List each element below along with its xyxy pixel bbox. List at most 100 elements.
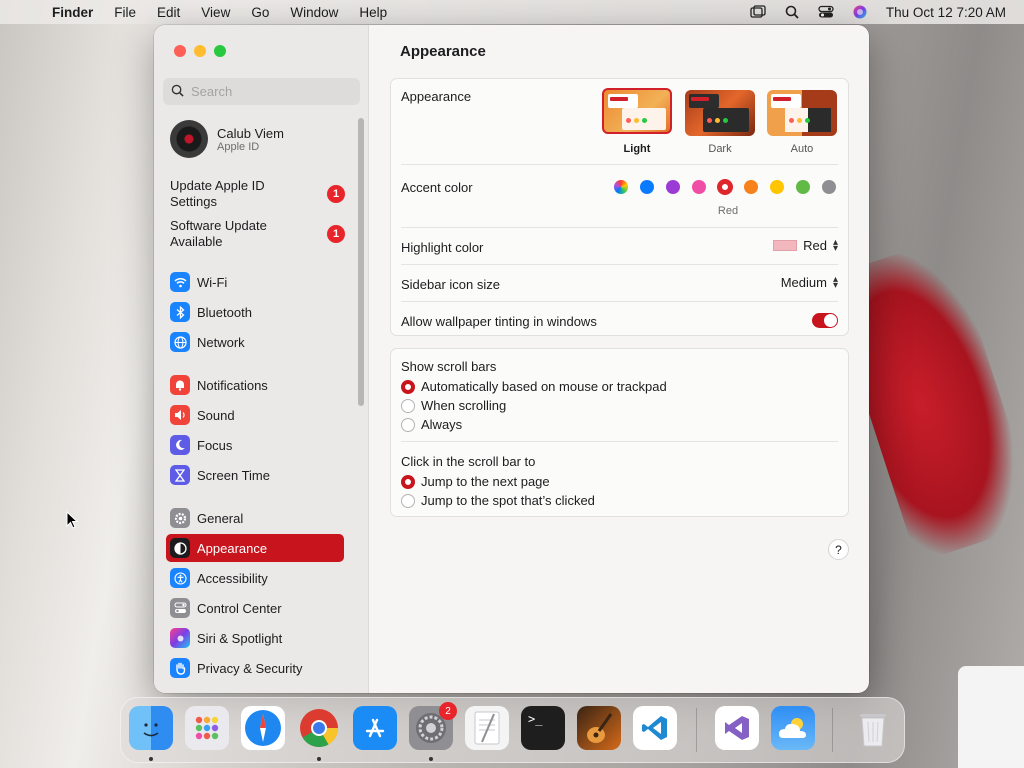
sidebar-item-label: Focus <box>197 437 233 453</box>
appearance-icon <box>170 538 190 558</box>
menu-clock[interactable]: Thu Oct 12 7:20 AM <box>886 5 1006 20</box>
dock-safari[interactable] <box>241 706 285 750</box>
sidebar-item-notifications[interactable]: Notifications <box>166 371 344 399</box>
dock-weather[interactable] <box>771 706 815 750</box>
dock-terminal[interactable]: >_ <box>521 706 565 750</box>
sidebar-item-label: Network <box>197 334 245 350</box>
radio-button[interactable] <box>401 493 415 508</box>
radio-button[interactable] <box>401 417 415 432</box>
sidebar-item-label: Screen Time <box>197 467 270 483</box>
sidebar-item-siri-spotlight[interactable]: Siri & Spotlight <box>166 624 344 652</box>
notice-update-apple-id[interactable]: Update Apple ID Settings 1 <box>170 178 345 210</box>
sidebar-item-focus[interactable]: Focus <box>166 431 344 459</box>
row-divider <box>401 227 838 228</box>
dock-garageband[interactable] <box>577 706 621 750</box>
sidebar-item-screen-time[interactable]: Screen Time <box>166 461 344 489</box>
sidebar-item-appearance[interactable]: Appearance <box>166 534 344 562</box>
radio-button[interactable] <box>401 474 415 489</box>
menu-go[interactable]: Go <box>251 5 269 20</box>
accent-pink[interactable] <box>692 180 706 194</box>
sidebar-icon-size-popup[interactable]: Medium ▴ ▾ <box>780 274 838 290</box>
dock-launchpad[interactable] <box>185 706 229 750</box>
scroll-bars-option-automatic[interactable]: Automatically based on mouse or trackpad <box>401 379 667 394</box>
accent-red[interactable] <box>718 180 732 194</box>
close-button[interactable] <box>174 45 186 57</box>
highlight-value: Red <box>803 238 827 253</box>
accent-yellow[interactable] <box>770 180 784 194</box>
appearance-option-dark[interactable] <box>685 90 755 136</box>
appearance-option-label-light: Light <box>623 143 651 155</box>
dock-textedit[interactable] <box>465 706 509 750</box>
accent-purple[interactable] <box>666 180 680 194</box>
radio-button[interactable] <box>401 398 415 413</box>
sidebar-item-general[interactable]: General <box>166 504 344 532</box>
menu-edit[interactable]: Edit <box>157 5 180 20</box>
menu-help[interactable]: Help <box>359 5 387 20</box>
appearance-option-auto[interactable] <box>767 90 837 136</box>
search-placeholder: Search <box>191 84 233 99</box>
accent-selected-name: Red <box>717 205 739 217</box>
sidebar-item-privacy-security[interactable]: Privacy & Security <box>166 654 344 682</box>
page-title: Appearance <box>400 43 486 60</box>
dock-finder[interactable] <box>129 706 173 750</box>
avatar <box>170 120 208 158</box>
dock-chrome[interactable] <box>297 706 341 750</box>
minimize-button[interactable] <box>194 45 206 57</box>
appearance-option-light[interactable] <box>602 88 672 134</box>
wallpaper-tinting-label: Allow wallpaper tinting in windows <box>401 314 597 329</box>
scroll-bars-option-always[interactable]: Always <box>401 417 462 432</box>
wallpaper-tinting-toggle[interactable] <box>812 313 838 328</box>
sidebar-item-label: Control Center <box>197 600 282 616</box>
sidebar-item-sound[interactable]: Sound <box>166 401 344 429</box>
menu-view[interactable]: View <box>201 5 230 20</box>
accent-blue[interactable] <box>640 180 654 194</box>
menu-app-name[interactable]: Finder <box>52 5 93 20</box>
mouse-cursor-icon <box>66 511 78 529</box>
click-option-next-page[interactable]: Jump to the next page <box>401 474 550 489</box>
spotlight-search-icon[interactable] <box>784 5 800 19</box>
sidebar-scrollbar[interactable] <box>358 118 364 406</box>
zoom-button[interactable] <box>214 45 226 57</box>
accent-color-swatches <box>614 180 844 194</box>
dock-system-settings[interactable]: 2 <box>409 702 457 750</box>
dock-vscode[interactable] <box>633 706 677 750</box>
accent-orange[interactable] <box>744 180 758 194</box>
siri-icon[interactable] <box>852 5 868 19</box>
help-button[interactable]: ? <box>828 539 849 560</box>
sidebar-icon-size-value: Medium <box>780 275 827 290</box>
wallpaper-white-object <box>958 666 1024 768</box>
screen-mirroring-icon[interactable] <box>750 5 766 19</box>
click-option-spot-clicked[interactable]: Jump to the spot that’s clicked <box>401 493 595 508</box>
notice-label: Update Apple ID Settings <box>170 178 265 209</box>
sidebar-item-accessibility[interactable]: Accessibility <box>166 564 344 592</box>
switches-icon <box>170 598 190 618</box>
sidebar-item-label: Notifications <box>197 377 268 393</box>
sidebar-item-network[interactable]: Network <box>166 328 344 356</box>
sidebar-item-wifi[interactable]: Wi-Fi <box>166 268 344 296</box>
safari-icon <box>245 710 281 746</box>
accent-graphite[interactable] <box>822 180 836 194</box>
accent-multicolor[interactable] <box>614 180 628 194</box>
menu-window[interactable]: Window <box>290 5 338 20</box>
radio-label: When scrolling <box>421 398 507 413</box>
control-center-icon[interactable] <box>818 5 834 19</box>
sidebar-icon-size-row: Sidebar icon size <box>401 277 838 292</box>
menu-file[interactable]: File <box>114 5 136 20</box>
dock-separator <box>696 708 697 752</box>
radio-button[interactable] <box>401 379 415 394</box>
highlight-color-popup[interactable]: Red ▴ ▾ <box>773 237 838 253</box>
dock-running-indicator <box>429 757 433 761</box>
search-field[interactable]: Search <box>163 78 360 105</box>
scroll-bars-option-when-scrolling[interactable]: When scrolling <box>401 398 506 413</box>
visual-studio-icon <box>725 716 749 740</box>
dock-visual-studio[interactable] <box>715 706 759 750</box>
dock-trash[interactable] <box>851 706 895 750</box>
bell-icon <box>170 375 190 395</box>
notice-badge: 1 <box>327 185 345 203</box>
apple-id-account[interactable]: Calub Viem Apple ID <box>170 120 284 158</box>
sidebar-item-control-center[interactable]: Control Center <box>166 594 344 622</box>
dock-app-store[interactable] <box>353 706 397 750</box>
accent-green[interactable] <box>796 180 810 194</box>
notice-software-update[interactable]: Software Update Available 1 <box>170 218 345 250</box>
sidebar-item-bluetooth[interactable]: Bluetooth <box>166 298 344 326</box>
